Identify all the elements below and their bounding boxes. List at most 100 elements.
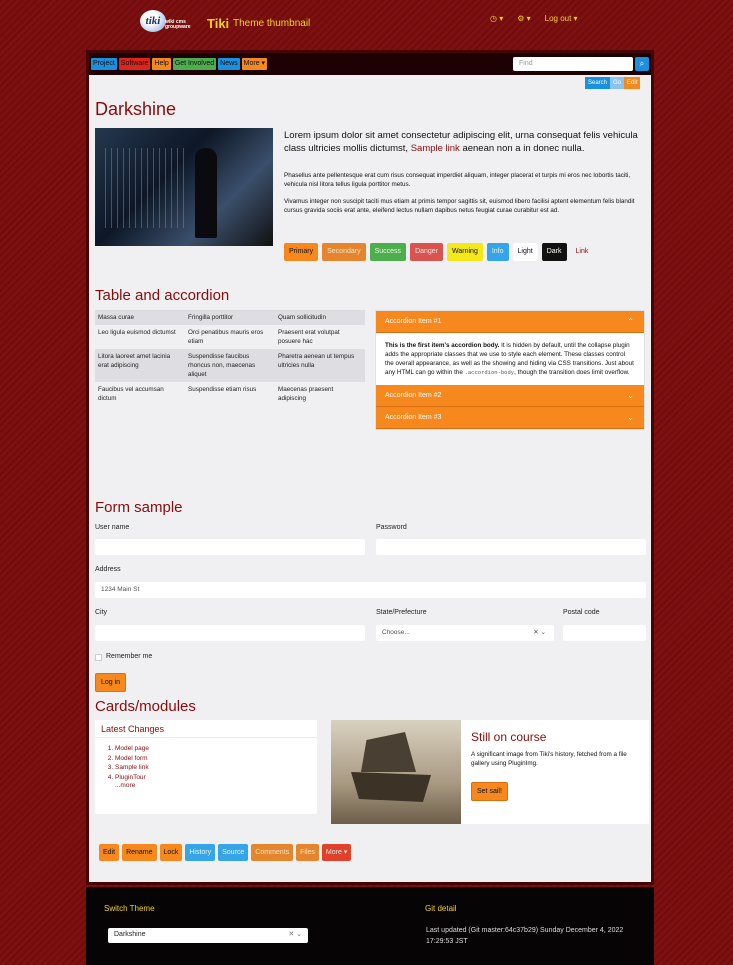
info-button[interactable]: Info: [486, 243, 509, 261]
paragraph-2: Vivamus integer non suscipit taciti mus …: [284, 198, 635, 214]
latest-changes-list: Model pageModel formSample linkPluginTou…: [95, 738, 317, 782]
gears-icon[interactable]: ⚙ ▾: [517, 14, 530, 23]
accordion-item-1[interactable]: Accordion Item #1 ⌃: [376, 311, 644, 333]
state-label: State/Prefecture: [376, 609, 427, 616]
cards-heading: Cards/modules: [95, 698, 196, 715]
accordion-item-3[interactable]: Accordion Item #3 ⌄: [376, 407, 644, 429]
success-button[interactable]: Success: [369, 243, 407, 261]
latest-changes-title: Latest Changes: [95, 720, 317, 738]
logo-bubble: tiki: [140, 10, 166, 32]
nav-item-get-involved[interactable]: Get Involved: [172, 58, 217, 70]
nav-item-project[interactable]: Project: [91, 58, 117, 70]
logout-menu[interactable]: Log out ▾: [545, 14, 578, 23]
address-label: Address: [95, 566, 121, 573]
search-icon[interactable]: ⌕: [635, 57, 649, 71]
accordion: Accordion Item #1 ⌃ This is the first it…: [375, 310, 645, 430]
username-label: User name: [95, 524, 130, 531]
primary-button[interactable]: Primary: [284, 243, 319, 261]
search-tabs: Search Go Edit: [585, 77, 641, 89]
address-field[interactable]: 1234 Main St: [95, 582, 646, 598]
tab-edit[interactable]: Edit: [624, 77, 641, 89]
main-nav: Project Software Help Get Involved News More …: [89, 53, 651, 75]
nav-menu: Project Software Help Get Involved News More …: [91, 58, 268, 70]
chevron-down-icon: ⌄: [627, 413, 634, 422]
table-cell: Pharetra aenean ut tempus ultricies null…: [275, 349, 365, 382]
person-silhouette: [195, 148, 217, 238]
logo-subtext: wiki cms groupware: [165, 19, 191, 30]
lead-paragraph: Lorem ipsum dolor sit amet consectetur a…: [284, 130, 638, 154]
light-button[interactable]: Light: [512, 243, 538, 261]
tab-search[interactable]: Search: [585, 77, 611, 89]
tiki-logo[interactable]: tiki wiki cms groupware: [140, 10, 200, 40]
list-item[interactable]: Model page: [115, 744, 317, 754]
table-row: Massa curae Fringilla porttitor Quam solli…: [95, 310, 365, 325]
table-row: Leo ligula euismod dictumst Orci penatibu…: [95, 325, 365, 349]
table-cell: Litora laoreet amet lacinia erat adipisc…: [95, 349, 185, 382]
search-input[interactable]: Find: [513, 57, 633, 71]
button-showcase: Primary Secondary Success Danger Warning Info…: [284, 243, 593, 261]
list-item[interactable]: Sample link: [115, 763, 317, 773]
top-bar: tiki wiki cms groupware Tiki Theme thumb…: [0, 0, 733, 50]
username-field[interactable]: [95, 539, 365, 555]
nav-item-more[interactable]: More ▾: [241, 58, 268, 70]
paragraph-1: Phasellus ante pellentesque erat cum ris…: [284, 172, 631, 188]
files-button[interactable]: Files: [296, 844, 319, 861]
city-field[interactable]: [95, 625, 365, 641]
history-button[interactable]: History: [185, 844, 216, 861]
table-cell: Praesent erat volutpat posuere hac: [278, 329, 340, 345]
city-label: City: [95, 609, 108, 616]
edit-button[interactable]: Edit: [99, 844, 120, 861]
list-item[interactable]: Model form: [115, 754, 317, 764]
set-sail-button[interactable]: Set sail!: [471, 782, 508, 801]
hull-shape: [351, 772, 431, 802]
course-title: Still on course: [471, 730, 547, 744]
postal-label: Postal code: [563, 609, 600, 616]
select-clear-chevron-icon[interactable]: ✕ ⌄: [288, 930, 302, 938]
nav-item-news[interactable]: News: [218, 58, 240, 70]
select-clear-chevron-icon[interactable]: ✕ ⌄: [533, 628, 546, 636]
clock-icon[interactable]: ◷ ▾: [490, 14, 503, 23]
page-title: Darkshine: [95, 99, 177, 119]
main-container: Project Software Help Get Involved News More …: [86, 50, 654, 885]
site-subtitle: Theme thumbnail: [233, 18, 311, 29]
table-cell: Leo ligula euismod dictumst: [98, 329, 176, 336]
remember-checkbox[interactable]: [95, 654, 102, 661]
nav-item-software[interactable]: Software: [118, 58, 151, 70]
latest-changes-card: Latest Changes Model pageModel formSampl…: [95, 720, 317, 814]
top-right-menu: ◷ ▾ ⚙ ▾ Log out ▾: [490, 14, 578, 23]
table-heading: Table and accordion: [95, 287, 230, 304]
nav-item-help[interactable]: Help: [152, 58, 171, 70]
remember-label: Remember me: [106, 653, 153, 660]
more-link[interactable]: ...more: [95, 782, 317, 789]
comments-button[interactable]: Comments: [251, 844, 294, 861]
site-brand[interactable]: Tiki: [207, 16, 229, 31]
password-label: Password: [376, 524, 407, 531]
sample-table: Massa curae Fringilla porttitor Quam solli…: [95, 310, 365, 406]
danger-button[interactable]: Danger: [410, 243, 444, 261]
warning-button[interactable]: Warning: [447, 243, 483, 261]
sample-link[interactable]: Sample link: [411, 143, 460, 154]
dark-button[interactable]: Dark: [541, 243, 567, 261]
lock-button[interactable]: Lock: [159, 844, 183, 861]
more-button[interactable]: More ▾: [321, 844, 352, 861]
postal-field[interactable]: [563, 625, 646, 641]
theme-select[interactable]: Darkshine ✕ ⌄: [108, 928, 308, 943]
switch-theme-title: Switch Theme: [104, 904, 155, 913]
table-row: Litora laoreet amet lacinia erat adipisc…: [95, 349, 365, 382]
list-item[interactable]: PluginTour: [115, 773, 317, 783]
table-cell: Fringilla porttitor: [185, 310, 275, 325]
table-cell: Suspendisse etiam risus: [188, 386, 257, 393]
login-button[interactable]: Log in: [95, 673, 127, 692]
accordion-item-2[interactable]: Accordion Item #2 ⌄: [376, 385, 644, 407]
tab-go[interactable]: Go: [610, 77, 625, 89]
secondary-button[interactable]: Secondary: [322, 243, 366, 261]
state-select[interactable]: Choose... ✕ ⌄: [376, 625, 554, 641]
form-heading: Form sample: [95, 499, 183, 516]
chevron-down-icon: ⌄: [627, 391, 634, 400]
password-field[interactable]: [376, 539, 646, 555]
link-button[interactable]: Link: [571, 243, 594, 261]
footer: Switch Theme Darkshine ✕ ⌄ Git detail La…: [86, 887, 654, 965]
source-button[interactable]: Source: [218, 844, 249, 861]
rename-button[interactable]: Rename: [122, 844, 157, 861]
server-lights: [105, 148, 185, 228]
